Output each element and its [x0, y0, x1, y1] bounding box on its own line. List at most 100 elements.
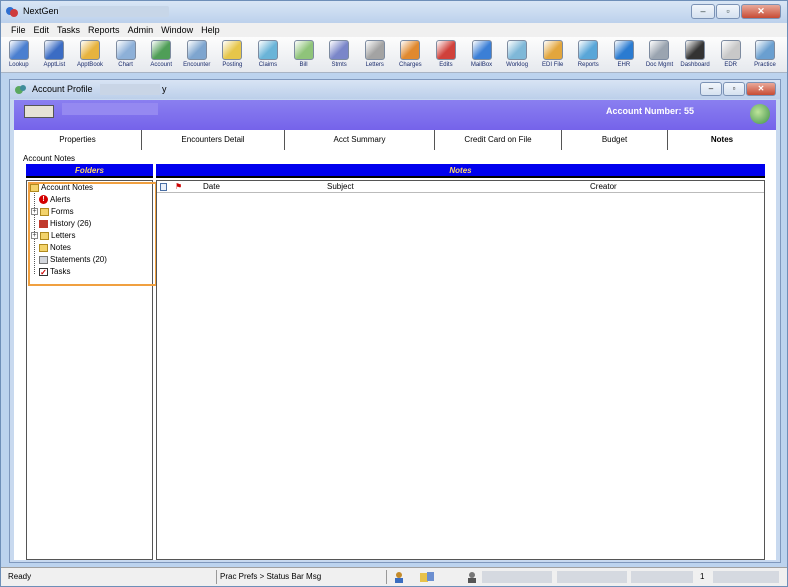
encounter-icon	[186, 40, 207, 60]
toolbar-label: Account	[150, 62, 173, 68]
menu-edit[interactable]: Edit	[34, 23, 50, 37]
notes-grid-header: ⚑ Date Subject Creator	[157, 181, 764, 193]
edits-icon	[435, 40, 456, 60]
toolbar-doc-mgmt-button[interactable]: Doc Mgmt	[642, 37, 678, 73]
lookup-icon	[8, 40, 29, 60]
menu-file[interactable]: File	[11, 23, 26, 37]
account-tabs: Properties Encounters Detail Acct Summar…	[14, 130, 776, 150]
toolbar-stmts-button[interactable]: Stmts	[321, 37, 357, 73]
status-ready: Ready	[5, 570, 217, 584]
chart-icon	[115, 40, 136, 60]
ehr-icon	[613, 40, 634, 60]
toolbar-label: Stmts	[331, 62, 347, 68]
toolbar-account-button[interactable]: Account	[143, 37, 179, 73]
date-redacted	[631, 571, 693, 583]
account-lookup-icon[interactable]	[750, 104, 770, 124]
child-close-button[interactable]: ✕	[746, 82, 776, 96]
toolbar-reports-button[interactable]: Reports	[571, 37, 607, 73]
toolbar-label: Worklog	[506, 62, 529, 68]
person-icon	[468, 572, 476, 583]
tab-encounters-detail[interactable]: Encounters Detail	[142, 130, 285, 150]
account-number: Account Number: 55	[606, 106, 694, 116]
folder-toggle-button[interactable]	[24, 105, 54, 118]
toolbar-letters-button[interactable]: Letters	[357, 37, 393, 73]
toolbar-apptlist-button[interactable]: ApptList	[37, 37, 73, 73]
tab-properties[interactable]: Properties	[14, 130, 142, 150]
title-redacted	[59, 6, 169, 17]
posting-icon	[222, 40, 243, 60]
close-button[interactable]: ✕	[741, 4, 781, 19]
account-icon	[151, 40, 172, 60]
toolbar-label: Reports	[577, 62, 599, 68]
toolbar-label: MailBox	[470, 62, 493, 68]
toolbar-label: Lookup	[8, 62, 29, 68]
tab-notes[interactable]: Notes	[668, 130, 776, 150]
menu-reports[interactable]: Reports	[88, 23, 120, 37]
patient-name-redacted	[62, 103, 158, 115]
app-window-controls: – ▫ ✕	[691, 4, 781, 19]
practice-icon	[754, 40, 775, 60]
account-number-label: Account Number:	[605, 106, 682, 116]
tab-credit-card-on-file[interactable]: Credit Card on File	[435, 130, 562, 150]
toolbar-label: Posting	[222, 62, 243, 68]
status-message: Prac Prefs > Status Bar Msg	[217, 570, 387, 584]
column-subject[interactable]: Subject	[327, 182, 354, 191]
minimize-button[interactable]: –	[691, 4, 715, 19]
menu-help[interactable]: Help	[201, 23, 220, 37]
edi-file-icon	[542, 40, 563, 60]
toolbar-charges-button[interactable]: Charges	[393, 37, 429, 73]
toolbar-chart-button[interactable]: Chart	[108, 37, 144, 73]
notes-status-icon	[420, 572, 434, 582]
nextgen-logo-icon	[6, 7, 18, 17]
child-minimize-button[interactable]: –	[700, 82, 722, 96]
edr-icon	[720, 40, 741, 60]
account-profile-window: Account Profile y – ▫ ✕ Account Number: …	[9, 79, 781, 563]
appt-book-icon	[79, 40, 100, 60]
menu-tasks[interactable]: Tasks	[57, 23, 80, 37]
tab-acct-summary[interactable]: Acct Summary	[285, 130, 435, 150]
toolbar-label: Claims	[258, 62, 278, 68]
toolbar-label: Chart	[118, 62, 133, 68]
toolbar-label: Bill	[299, 62, 308, 68]
toolbar-posting-button[interactable]: Posting	[215, 37, 251, 73]
toolbar-bill-button[interactable]: Bill	[286, 37, 322, 73]
column-date[interactable]: Date	[203, 182, 220, 191]
user-redacted	[482, 571, 552, 583]
menu-window[interactable]: Window	[161, 23, 193, 37]
tree-highlight-box	[28, 182, 157, 286]
menu-admin[interactable]: Admin	[128, 23, 154, 37]
mailbox-icon	[471, 40, 492, 60]
toolbar-dashboard-button[interactable]: Dashboard	[677, 37, 713, 73]
user-icon	[395, 572, 403, 583]
maximize-button[interactable]: ▫	[716, 4, 740, 19]
toolbar-edi-file-button[interactable]: EDI File	[535, 37, 571, 73]
toolbar-ehr-button[interactable]: EHR	[606, 37, 642, 73]
child-maximize-button[interactable]: ▫	[723, 82, 745, 96]
account-header-bar: Account Number: 55	[14, 100, 776, 130]
doc-mgmt-icon	[649, 40, 670, 60]
flag-icon: ⚑	[175, 182, 183, 191]
toolbar-lookup-button[interactable]: Lookup	[1, 37, 37, 73]
toolbar-practice-button[interactable]: Practice	[748, 37, 781, 73]
account-profile-icon	[15, 85, 26, 94]
toolbar-label: Letters	[365, 62, 384, 68]
account-notes-label: Account Notes	[23, 154, 76, 163]
toolbar-edr-button[interactable]: EDR	[713, 37, 749, 73]
nextgen-app-window: NextGen - * – ▫ ✕ File Edit Tasks Report…	[0, 0, 788, 587]
toolbar-edits-button[interactable]: Edits	[428, 37, 464, 73]
tab-budget[interactable]: Budget	[562, 130, 668, 150]
toolbar-claims-button[interactable]: Claims	[250, 37, 286, 73]
letters-icon	[364, 40, 385, 60]
toolbar-worklog-button[interactable]: Worklog	[499, 37, 535, 73]
toolbar-mailbox-button[interactable]: MailBox	[464, 37, 500, 73]
notes-header: Notes	[156, 164, 765, 178]
status-bar: Ready Prac Prefs > Status Bar Msg 1	[1, 567, 787, 586]
account-profile-titlebar: Account Profile y – ▫ ✕	[10, 80, 780, 99]
reports-icon	[578, 40, 599, 60]
column-creator[interactable]: Creator	[590, 182, 617, 191]
toolbar-label: Edits	[439, 62, 453, 68]
toolbar-encounter-button[interactable]: Encounter	[179, 37, 215, 73]
toolbar-apptbook-button[interactable]: ApptBook	[72, 37, 108, 73]
toolbar-label: EDR	[724, 62, 737, 68]
claims-icon	[257, 40, 278, 60]
